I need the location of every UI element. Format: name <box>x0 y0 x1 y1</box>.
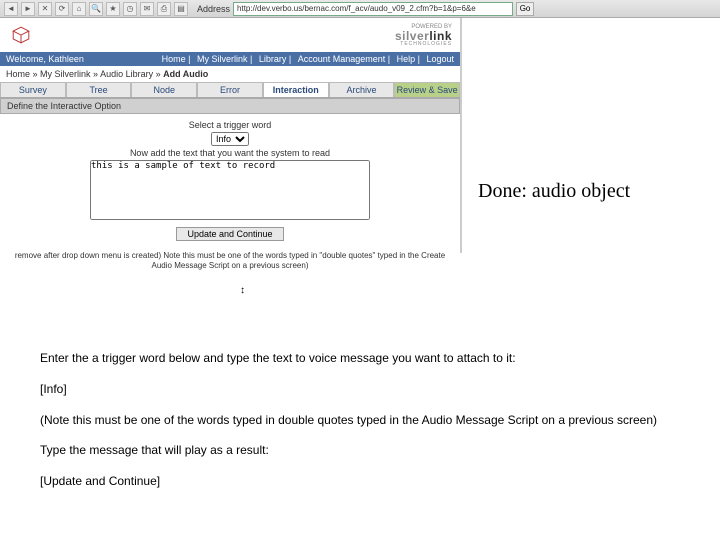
welcome-bar: Welcome, Kathleen Home | My Silverlink |… <box>0 52 460 66</box>
caret-icon: ↕ <box>240 285 245 296</box>
instr-line5: [Update and Continue] <box>40 473 680 490</box>
mail-icon[interactable]: ✉ <box>140 2 154 16</box>
go-button[interactable]: Go <box>516 2 534 16</box>
back-icon[interactable]: ◄ <box>4 2 18 16</box>
crumb-home[interactable]: Home <box>6 69 30 79</box>
tab-error[interactable]: Error <box>197 82 263 97</box>
annotation-text: Done: audio object <box>478 180 630 203</box>
link-logout[interactable]: Logout <box>426 54 454 64</box>
instr-line3: (Note this must be one of the words type… <box>40 412 680 429</box>
tab-interaction[interactable]: Interaction <box>263 82 329 97</box>
tab-review[interactable]: Review & Save <box>394 82 460 97</box>
browser-toolbar: ◄ ► ✕ ⟳ ⌂ 🔍 ★ ◷ ✉ ⎙ ▤ Address Go <box>0 0 720 18</box>
trigger-select[interactable]: Info <box>211 132 249 146</box>
crumb-mid[interactable]: My Silverlink <box>40 69 91 79</box>
logo-icon <box>8 22 34 48</box>
section-header: Define the Interactive Option <box>0 98 460 114</box>
address-input[interactable] <box>233 2 513 16</box>
crumb-current: Add Audio <box>163 69 208 79</box>
instr-line4: Type the message that will play as a res… <box>40 442 680 459</box>
favorites-icon[interactable]: ★ <box>106 2 120 16</box>
link-account[interactable]: Account Management <box>298 54 386 64</box>
vertical-divider <box>460 18 462 253</box>
tab-row: Survey Tree Node Error Interaction Archi… <box>0 82 460 98</box>
address-label: Address <box>197 4 230 14</box>
refresh-icon[interactable]: ⟳ <box>55 2 69 16</box>
tab-node[interactable]: Node <box>131 82 197 97</box>
top-links: Home | My Silverlink | Library | Account… <box>158 54 454 64</box>
tab-survey[interactable]: Survey <box>0 82 66 97</box>
print-icon[interactable]: ⎙ <box>157 2 171 16</box>
brand-sub: TECHNOLOGIES <box>395 42 452 47</box>
history-icon[interactable]: ◷ <box>123 2 137 16</box>
select-label: Select a trigger word <box>6 120 454 130</box>
update-continue-button[interactable]: Update and Continue <box>176 227 283 241</box>
tab-tree[interactable]: Tree <box>66 82 132 97</box>
app-panel: POWERED BY silverlink TECHNOLOGIES Welco… <box>0 18 460 274</box>
link-mysilverlink[interactable]: My Silverlink <box>197 54 248 64</box>
forward-icon[interactable]: ► <box>21 2 35 16</box>
link-library[interactable]: Library <box>259 54 287 64</box>
form-area: Select a trigger word Info Now add the t… <box>0 114 460 247</box>
tab-archive[interactable]: Archive <box>329 82 395 97</box>
stop-icon[interactable]: ✕ <box>38 2 52 16</box>
crumb-lib[interactable]: Audio Library <box>100 69 153 79</box>
instructions-block: Enter the a trigger word below and type … <box>40 350 680 504</box>
instr-line2: [Info] <box>40 381 680 398</box>
remove-note: remove after drop down menu is created) … <box>0 247 460 274</box>
welcome-text: Welcome, Kathleen <box>6 54 84 64</box>
tool-icon[interactable]: ▤ <box>174 2 188 16</box>
instr-line1: Enter the a trigger word below and type … <box>40 350 680 367</box>
link-home[interactable]: Home <box>162 54 186 64</box>
brand-block: POWERED BY silverlink TECHNOLOGIES <box>395 24 452 47</box>
breadcrumb: Home » My Silverlink » Audio Library » A… <box>0 66 460 82</box>
link-help[interactable]: Help <box>397 54 416 64</box>
home-icon[interactable]: ⌂ <box>72 2 86 16</box>
message-textarea[interactable] <box>90 160 370 220</box>
search-icon[interactable]: 🔍 <box>89 2 103 16</box>
type-label: Now add the text that you want the syste… <box>6 148 454 158</box>
